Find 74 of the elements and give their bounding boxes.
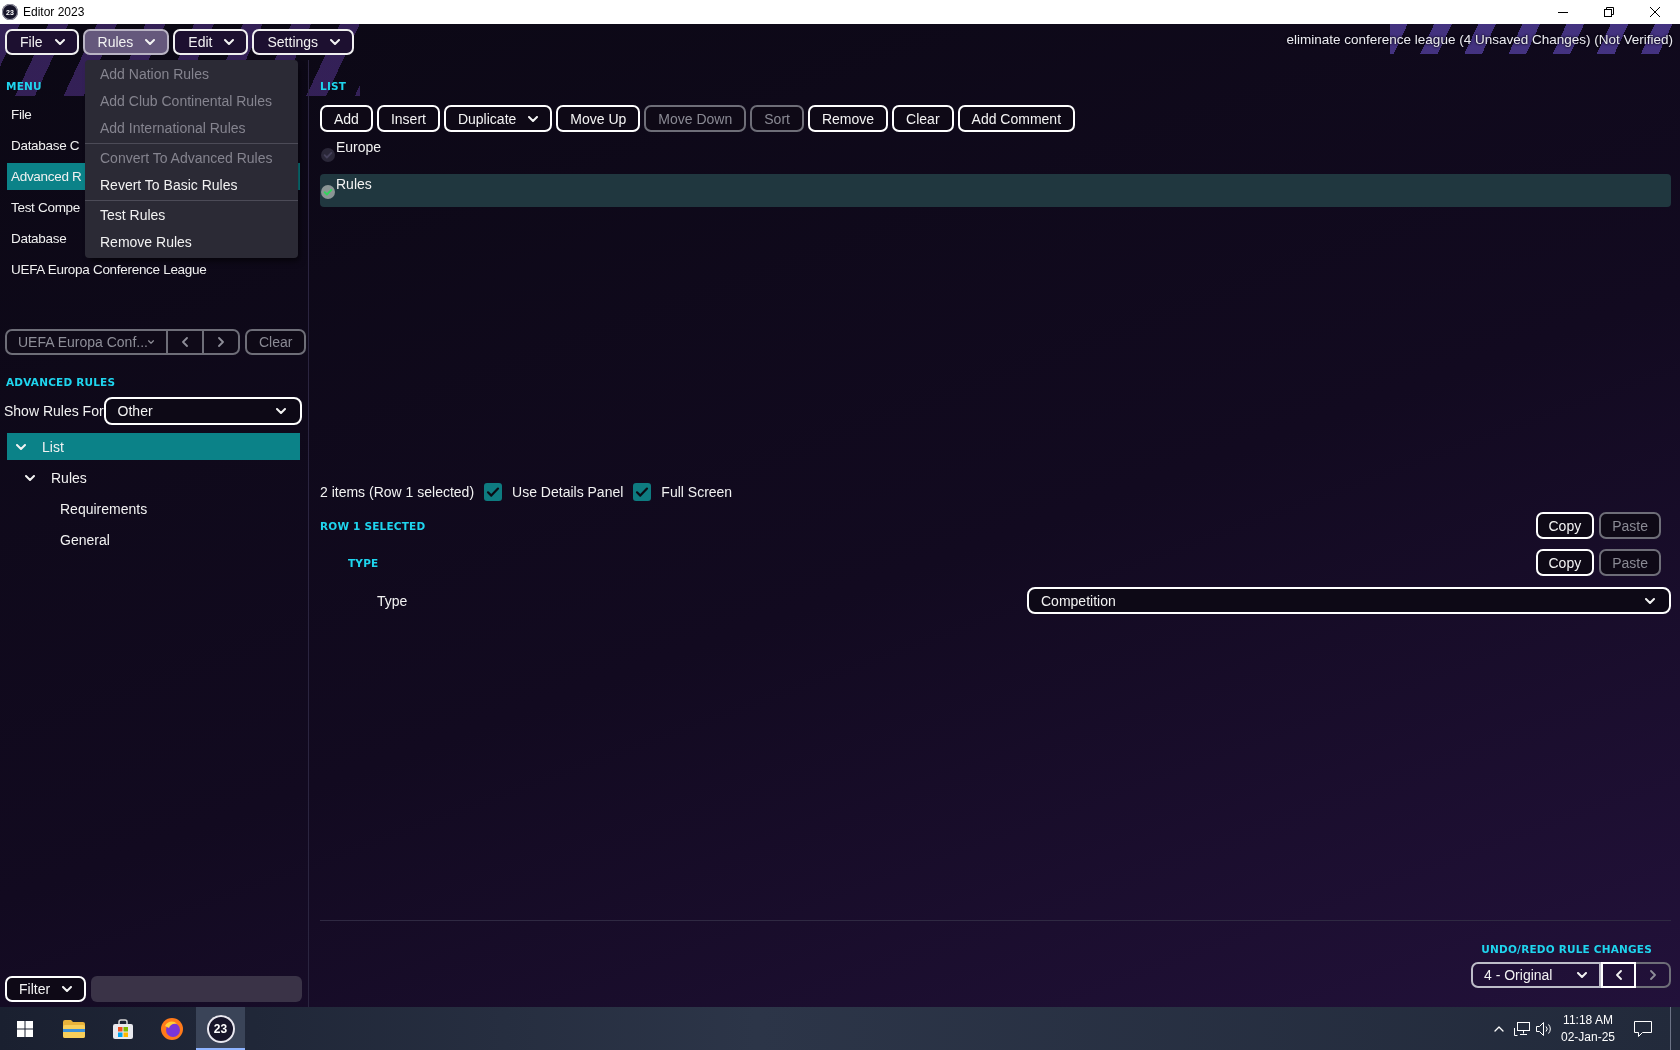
tree-item[interactable]: List — [7, 433, 300, 460]
action-button[interactable]: Copy — [1535, 549, 1595, 576]
document-title: eliminate conference league (4 Unsaved Changes) (Not Verified) — [1286, 31, 1673, 49]
toolbar-button[interactable]: Add Comment — [957, 105, 1076, 132]
speaker-icon — [1536, 1021, 1552, 1036]
tree-item[interactable]: Rules — [7, 464, 300, 491]
checkbox[interactable] — [633, 483, 652, 501]
toolbar-button[interactable]: Remove — [807, 105, 889, 132]
section-heading: LIST — [320, 79, 347, 93]
sidebar-item[interactable]: UEFA Europa Conference League — [7, 256, 300, 283]
item-count: 2 items (Row 1 selected) — [320, 484, 475, 500]
menu-button[interactable]: Rules — [82, 29, 170, 55]
caret-icon — [528, 115, 539, 122]
network-icon — [1514, 1021, 1530, 1036]
section-heading: UNDO/REDO RULE CHANGES — [1481, 942, 1652, 956]
caret-icon — [147, 339, 154, 345]
clock-time: 11:18 AM — [1563, 1011, 1613, 1029]
undo-button[interactable] — [1601, 962, 1636, 988]
caret-icon — [16, 443, 26, 450]
chevron-right-icon — [218, 337, 224, 347]
caret-icon — [1645, 597, 1655, 604]
section-heading: MENU — [6, 79, 42, 93]
four-squares-icon — [16, 1020, 33, 1037]
type-select[interactable]: Competition — [1027, 587, 1671, 614]
toolbar-button[interactable]: Clear — [892, 105, 954, 132]
field-label: Show Rules For — [4, 403, 104, 419]
restore-icon — [1604, 7, 1614, 17]
menu-button[interactable]: Settings — [252, 29, 355, 55]
checkbox[interactable] — [484, 483, 503, 501]
action-button[interactable]: Copy — [1535, 512, 1595, 539]
close-icon — [1650, 7, 1660, 17]
tree-item[interactable]: General — [7, 526, 300, 553]
caret-icon — [276, 408, 286, 414]
folder-icon — [62, 1019, 85, 1038]
caret-icon — [224, 39, 235, 45]
toolbar-button[interactable]: Add — [320, 105, 373, 132]
caret-icon — [145, 39, 156, 45]
taskbar-button[interactable]: 23 — [196, 1007, 245, 1050]
chevron-left-icon — [1615, 970, 1622, 980]
chevron-right-icon — [1649, 970, 1656, 980]
section-heading: TYPE — [348, 555, 379, 570]
chevron-left-icon — [182, 337, 188, 347]
caret-icon — [25, 474, 35, 481]
filter-field[interactable] — [91, 976, 302, 1002]
round-logo-icon — [160, 1017, 183, 1040]
list-row[interactable]: Rules — [320, 174, 1671, 207]
history-select[interactable]: 4 - Original — [1471, 962, 1601, 988]
caret-icon — [54, 39, 65, 45]
caret-icon — [62, 986, 73, 992]
minimize-icon — [1558, 11, 1568, 13]
section-heading: ROW 1 SELECTED — [320, 518, 426, 533]
filter-button[interactable]: Filter — [5, 976, 87, 1002]
menu-item[interactable]: Remove Rules — [85, 229, 298, 256]
toolbar-button[interactable]: Duplicate — [443, 105, 553, 132]
toolbar-button[interactable]: Move Up — [556, 105, 641, 132]
menu-item[interactable]: Test Rules — [85, 202, 298, 229]
toolbar-button[interactable]: Insert — [376, 105, 440, 132]
tree-item[interactable]: Requirements — [7, 495, 300, 522]
checkbox-label: Use Details Panel — [512, 484, 624, 500]
window-title: Editor 2023 — [23, 5, 85, 19]
caret-icon — [1577, 972, 1587, 978]
shopping-bag-icon — [112, 1018, 133, 1039]
field-label: Type — [377, 592, 408, 609]
rules-for-select[interactable]: Other — [103, 397, 302, 425]
chevron-up-icon — [1494, 1025, 1504, 1032]
menu-button[interactable]: File — [5, 29, 79, 55]
menu-button[interactable]: Edit — [173, 29, 249, 55]
caret-icon — [330, 39, 341, 45]
menu-item[interactable]: Revert To Basic Rules — [85, 172, 298, 199]
list-row[interactable]: Europe — [320, 137, 1671, 170]
clock-date: 02-Jan-25 — [1560, 1028, 1615, 1046]
checkbox-label: Full Screen — [661, 484, 733, 500]
notification-icon — [1634, 1020, 1652, 1037]
section-heading: ADVANCED RULES — [6, 375, 116, 389]
